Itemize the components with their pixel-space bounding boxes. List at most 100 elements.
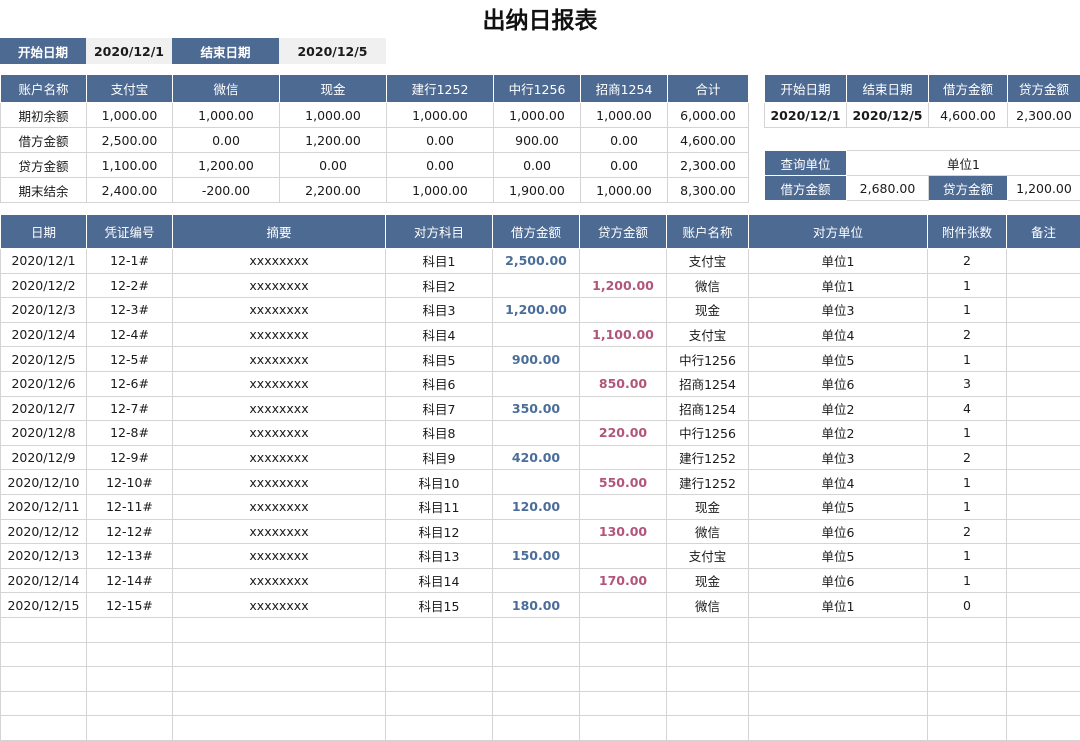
account-name-cell[interactable]: 支付宝 [667, 544, 749, 569]
account-name-cell[interactable]: 现金 [667, 494, 749, 519]
date-cell[interactable]: 2020/12/9 [1, 445, 87, 470]
account-name-cell[interactable]: 现金 [667, 568, 749, 593]
note-cell[interactable] [1007, 667, 1080, 692]
journal-row[interactable]: 2020/12/1312-13#xxxxxxxx科目13150.00支付宝单位5… [1, 544, 1080, 569]
summary-cell[interactable]: xxxxxxxx [173, 322, 386, 347]
summary-cell[interactable] [173, 667, 386, 692]
summary-cell[interactable] [173, 642, 386, 667]
summary-cell[interactable]: xxxxxxxx [173, 273, 386, 298]
account-subject-cell[interactable]: 科目15 [386, 593, 493, 618]
date-cell[interactable]: 2020/12/13 [1, 544, 87, 569]
attachments-cell[interactable]: 1 [928, 470, 1007, 495]
credit-cell[interactable]: 220.00 [580, 421, 667, 446]
summary-cell[interactable] [173, 617, 386, 642]
summary-cell[interactable]: xxxxxxxx [173, 347, 386, 372]
credit-cell[interactable] [580, 642, 667, 667]
counterparty-cell[interactable]: 单位5 [749, 494, 928, 519]
note-cell[interactable] [1007, 396, 1080, 421]
journal-row[interactable]: 2020/12/1412-14#xxxxxxxx科目14170.00现金单位61 [1, 568, 1080, 593]
date-cell[interactable] [1, 617, 87, 642]
account-name-cell[interactable]: 现金 [667, 298, 749, 323]
voucher-cell[interactable] [87, 642, 173, 667]
date-cell[interactable] [1, 716, 87, 741]
date-cell[interactable]: 2020/12/1 [1, 249, 87, 274]
journal-row[interactable]: 2020/12/412-4#xxxxxxxx科目41,100.00支付宝单位42 [1, 322, 1080, 347]
account-subject-cell[interactable]: 科目6 [386, 371, 493, 396]
note-cell[interactable] [1007, 273, 1080, 298]
attachments-cell[interactable]: 0 [928, 593, 1007, 618]
summary-cell[interactable] [173, 691, 386, 716]
account-subject-cell[interactable]: 科目11 [386, 494, 493, 519]
voucher-cell[interactable]: 12-5# [87, 347, 173, 372]
account-subject-cell[interactable]: 科目7 [386, 396, 493, 421]
debit-cell[interactable] [493, 322, 580, 347]
account-name-cell[interactable] [667, 667, 749, 692]
counterparty-cell[interactable]: 单位5 [749, 544, 928, 569]
account-subject-cell[interactable] [386, 691, 493, 716]
note-cell[interactable] [1007, 421, 1080, 446]
summary-cell[interactable]: xxxxxxxx [173, 568, 386, 593]
debit-cell[interactable] [493, 617, 580, 642]
voucher-cell[interactable]: 12-10# [87, 470, 173, 495]
note-cell[interactable] [1007, 445, 1080, 470]
attachments-cell[interactable]: 1 [928, 298, 1007, 323]
counterparty-cell[interactable]: 单位6 [749, 519, 928, 544]
journal-row[interactable]: 2020/12/912-9#xxxxxxxx科目9420.00建行1252单位3… [1, 445, 1080, 470]
date-cell[interactable]: 2020/12/4 [1, 322, 87, 347]
counterparty-cell[interactable]: 单位5 [749, 347, 928, 372]
debit-cell[interactable] [493, 273, 580, 298]
counterparty-cell[interactable]: 单位1 [749, 273, 928, 298]
credit-cell[interactable]: 550.00 [580, 470, 667, 495]
voucher-cell[interactable]: 12-8# [87, 421, 173, 446]
counterparty-cell[interactable]: 单位2 [749, 396, 928, 421]
debit-cell[interactable]: 150.00 [493, 544, 580, 569]
account-name-cell[interactable]: 招商1254 [667, 396, 749, 421]
summary-cell[interactable]: xxxxxxxx [173, 298, 386, 323]
summary-cell[interactable]: xxxxxxxx [173, 371, 386, 396]
credit-cell[interactable]: 130.00 [580, 519, 667, 544]
attachments-cell[interactable] [928, 642, 1007, 667]
account-subject-cell[interactable]: 科目8 [386, 421, 493, 446]
voucher-cell[interactable]: 12-9# [87, 445, 173, 470]
account-name-cell[interactable] [667, 642, 749, 667]
date-cell[interactable]: 2020/12/8 [1, 421, 87, 446]
date-cell[interactable]: 2020/12/6 [1, 371, 87, 396]
account-name-cell[interactable]: 建行1252 [667, 470, 749, 495]
voucher-cell[interactable] [87, 617, 173, 642]
debit-cell[interactable]: 120.00 [493, 494, 580, 519]
summary-cell[interactable]: xxxxxxxx [173, 593, 386, 618]
counterparty-cell[interactable] [749, 716, 928, 741]
account-subject-cell[interactable]: 科目10 [386, 470, 493, 495]
journal-row[interactable]: 2020/12/312-3#xxxxxxxx科目31,200.00现金单位31 [1, 298, 1080, 323]
credit-cell[interactable] [580, 667, 667, 692]
date-cell[interactable]: 2020/12/10 [1, 470, 87, 495]
debit-cell[interactable]: 180.00 [493, 593, 580, 618]
credit-cell[interactable] [580, 617, 667, 642]
credit-cell[interactable]: 850.00 [580, 371, 667, 396]
date-cell[interactable]: 2020/12/7 [1, 396, 87, 421]
voucher-cell[interactable] [87, 667, 173, 692]
note-cell[interactable] [1007, 347, 1080, 372]
account-name-cell[interactable]: 微信 [667, 273, 749, 298]
attachments-cell[interactable]: 1 [928, 273, 1007, 298]
note-cell[interactable] [1007, 249, 1080, 274]
attachments-cell[interactable]: 2 [928, 249, 1007, 274]
voucher-cell[interactable]: 12-13# [87, 544, 173, 569]
journal-row[interactable]: 2020/12/112-1#xxxxxxxx科目12,500.00支付宝单位12 [1, 249, 1080, 274]
account-name-cell[interactable]: 建行1252 [667, 445, 749, 470]
date-cell[interactable] [1, 691, 87, 716]
account-name-cell[interactable]: 微信 [667, 519, 749, 544]
credit-cell[interactable]: 1,100.00 [580, 322, 667, 347]
account-subject-cell[interactable] [386, 642, 493, 667]
attachments-cell[interactable]: 1 [928, 421, 1007, 446]
journal-row[interactable] [1, 642, 1080, 667]
note-cell[interactable] [1007, 716, 1080, 741]
note-cell[interactable] [1007, 617, 1080, 642]
counterparty-cell[interactable] [749, 691, 928, 716]
account-subject-cell[interactable]: 科目12 [386, 519, 493, 544]
debit-cell[interactable] [493, 716, 580, 741]
summary-cell[interactable]: xxxxxxxx [173, 421, 386, 446]
counterparty-cell[interactable]: 单位3 [749, 445, 928, 470]
summary-cell[interactable]: xxxxxxxx [173, 544, 386, 569]
debit-cell[interactable]: 2,500.00 [493, 249, 580, 274]
